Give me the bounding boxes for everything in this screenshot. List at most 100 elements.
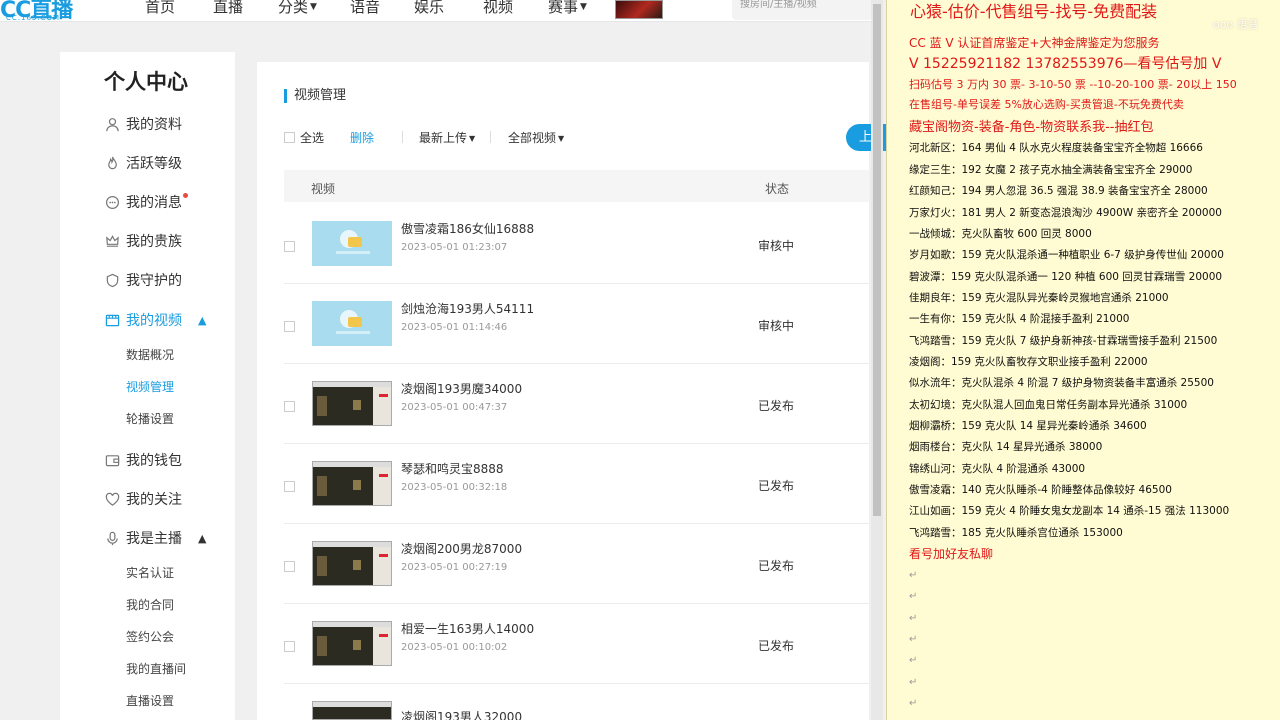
sub-item-video-management[interactable]: 视频管理: [126, 378, 174, 395]
toolbar-divider: [490, 131, 491, 143]
user-icon: [104, 116, 120, 132]
video-title[interactable]: 傲雪凌霜186女仙16888: [401, 220, 534, 237]
mic-icon: [104, 530, 120, 546]
chevron-down-icon: ▼: [558, 134, 565, 143]
chevron-down-icon: ▼: [310, 2, 317, 12]
paragraph-mark-icon: ↵: [909, 613, 918, 624]
chevron-up-icon[interactable]: ▲: [198, 532, 206, 545]
paragraph-mark-icon: ↵: [909, 634, 918, 645]
video-title[interactable]: 琴瑟和鸣灵宝8888: [401, 460, 504, 477]
page-title: 视频管理: [284, 89, 346, 103]
column-header-status: 状态: [765, 182, 790, 196]
nav-category[interactable]: 分类 ▼: [278, 0, 317, 17]
status-text: 审核中: [758, 239, 795, 253]
sub-item-contract[interactable]: 我的合同: [126, 596, 174, 613]
sidebar-item-messages[interactable]: 我的消息: [104, 192, 188, 212]
sub-item-data-overview[interactable]: 数据概况: [126, 346, 174, 363]
video-title[interactable]: 凌烟阁193男魔34000: [401, 380, 522, 397]
delete-button[interactable]: 删除: [350, 129, 374, 146]
doc-listing: 锦绣山河：克火队 4 阶混通杀 43000: [909, 463, 1086, 475]
sidebar-item-guarded[interactable]: 我守护的: [104, 270, 182, 290]
doc-listing: 飞鸿踏雪：185 克火队睡杀宫位通杀 153000: [909, 527, 1123, 539]
video-thumbnail[interactable]: [312, 381, 392, 426]
unread-dot: [183, 192, 188, 198]
nav-home[interactable]: 首页: [145, 0, 175, 17]
table-row[interactable]: 剑烛沧海193男人54111 2023-05-01 01:14:46 审核中: [284, 284, 869, 364]
sidebar-item-my-videos[interactable]: 我的视频 ▲: [104, 310, 206, 330]
filter-dropdown[interactable]: 全部视频 ▼: [508, 129, 564, 146]
video-title[interactable]: 凌烟阁200男龙87000: [401, 540, 522, 557]
toolbar-divider: [402, 131, 403, 143]
paragraph-mark-icon: ↵: [909, 591, 918, 602]
chevron-down-icon: ▼: [580, 2, 587, 12]
video-date: 2023-05-01 00:32:18: [401, 482, 508, 493]
status-text: 审核中: [758, 319, 795, 333]
video-management-panel: 视频管理 全选 删除 最新上传 ▼ 全部视频 ▼ 上 视频 状态 傲雪凌霜186女仙…: [257, 62, 886, 720]
sidebar-item-follows[interactable]: 我的关注: [104, 489, 182, 509]
table-header: 视频 状态: [284, 170, 869, 202]
nav-video[interactable]: 视频: [483, 0, 513, 17]
nav-promo-thumbnail[interactable]: [615, 0, 663, 19]
search-input[interactable]: 搜房间/主播/视频: [732, 0, 872, 20]
nav-entertainment[interactable]: 娱乐: [414, 0, 444, 17]
row-checkbox[interactable]: [284, 641, 295, 652]
paragraph-mark-icon: ↵: [909, 677, 918, 688]
doc-red-line: CC 蓝 V 认证首席鉴定+大神金牌鉴定为您服务: [909, 36, 1160, 50]
sidebar-title: 个人中心: [104, 70, 188, 94]
video-thumbnail[interactable]: [312, 221, 392, 266]
site-logo-subtext: CC.163.COM: [6, 14, 61, 22]
table-row[interactable]: 凌烟阁193男魔34000 2023-05-01 00:47:37 已发布: [284, 364, 869, 444]
chat-icon: [104, 194, 120, 210]
sidebar-item-profile[interactable]: 我的资料: [104, 114, 182, 134]
video-thumbnail[interactable]: [312, 541, 392, 586]
doc-red-line: 藏宝阁物资-装备-角色-物资联系我--抽红包: [909, 120, 1154, 135]
sub-item-real-name[interactable]: 实名认证: [126, 564, 174, 581]
page-scrollbar-thumb[interactable]: [873, 4, 881, 516]
table-row[interactable]: 凌烟阁193男人32000: [284, 684, 869, 720]
sub-item-live-settings[interactable]: 直播设置: [126, 692, 174, 709]
doc-listing: 烟雨楼台：克火队 14 星异光通杀 38000: [909, 441, 1103, 453]
row-checkbox[interactable]: [284, 561, 295, 572]
video-thumbnail[interactable]: [312, 701, 392, 720]
doc-listing: 岁月如歌：159 克火队混杀通一种植职业 6-7 级护身传世仙 20000: [909, 249, 1224, 261]
video-thumbnail[interactable]: [312, 621, 392, 666]
shield-heart-icon: [104, 272, 120, 288]
status-text: 已发布: [758, 639, 795, 653]
video-date: 2023-05-01 01:23:07: [401, 242, 508, 253]
select-all-checkbox[interactable]: 全选: [284, 129, 324, 146]
sidebar-item-level[interactable]: 活跃等级: [104, 153, 182, 173]
sort-dropdown[interactable]: 最新上传 ▼: [419, 129, 475, 146]
top-nav-bar: CC直播 CC.163.COM 首页 直播 分类 ▼ 语音 娱乐 视频 赛事 ▼ 搜…: [0, 0, 872, 23]
sub-item-carousel-settings[interactable]: 轮播设置: [126, 410, 174, 427]
table-row[interactable]: 傲雪凌霜186女仙16888 2023-05-01 01:23:07 审核中: [284, 204, 869, 284]
table-row[interactable]: 凌烟阁200男龙87000 2023-05-01 00:27:19 已发布: [284, 524, 869, 604]
sub-item-my-room[interactable]: 我的直播间: [126, 660, 186, 677]
video-thumbnail[interactable]: [312, 461, 392, 506]
sub-item-guild[interactable]: 签约公会: [126, 628, 174, 645]
status-text: 已发布: [758, 559, 795, 573]
doc-listing: 一战倾城：克火队畜牧 600 回灵 8000: [909, 228, 1092, 240]
sidebar-item-anchor[interactable]: 我是主播 ▲: [104, 528, 206, 548]
doc-listing: 缘定三生：192 女魔 2 孩子克水抽全满装备宝宝齐全 29000: [909, 164, 1193, 176]
table-row[interactable]: 琴瑟和鸣灵宝8888 2023-05-01 00:32:18 已发布: [284, 444, 869, 524]
column-header-video: 视频: [311, 182, 336, 196]
video-thumbnail[interactable]: [312, 301, 392, 346]
sidebar-item-nobility[interactable]: 我的贵族: [104, 231, 182, 251]
nav-live[interactable]: 直播: [213, 0, 243, 17]
video-title[interactable]: 相爱一生163男人14000: [401, 620, 534, 637]
nav-events[interactable]: 赛事 ▼: [548, 0, 587, 17]
table-row[interactable]: 相爱一生163男人14000 2023-05-01 00:10:02 已发布: [284, 604, 869, 684]
sidebar-item-wallet[interactable]: 我的钱包: [104, 450, 182, 470]
row-checkbox[interactable]: [284, 401, 295, 412]
video-title[interactable]: 凌烟阁193男人32000: [401, 708, 522, 720]
video-date: 2023-05-01 00:10:02: [401, 642, 508, 653]
nav-voice[interactable]: 语音: [350, 0, 380, 17]
doc-listing: 碧波潭：159 克火队混杀通一 120 种植 600 回灵甘霖瑞雪 20000: [909, 271, 1223, 283]
video-title[interactable]: 剑烛沧海193男人54111: [401, 300, 534, 317]
chevron-up-icon[interactable]: ▲: [198, 314, 206, 327]
row-checkbox[interactable]: [284, 321, 295, 332]
row-checkbox[interactable]: [284, 241, 295, 252]
flame-icon: [104, 155, 120, 171]
doc-listing: 佳期良年：159 克火混队异光秦岭灵猴地宫通杀 21000: [909, 292, 1169, 304]
row-checkbox[interactable]: [284, 481, 295, 492]
